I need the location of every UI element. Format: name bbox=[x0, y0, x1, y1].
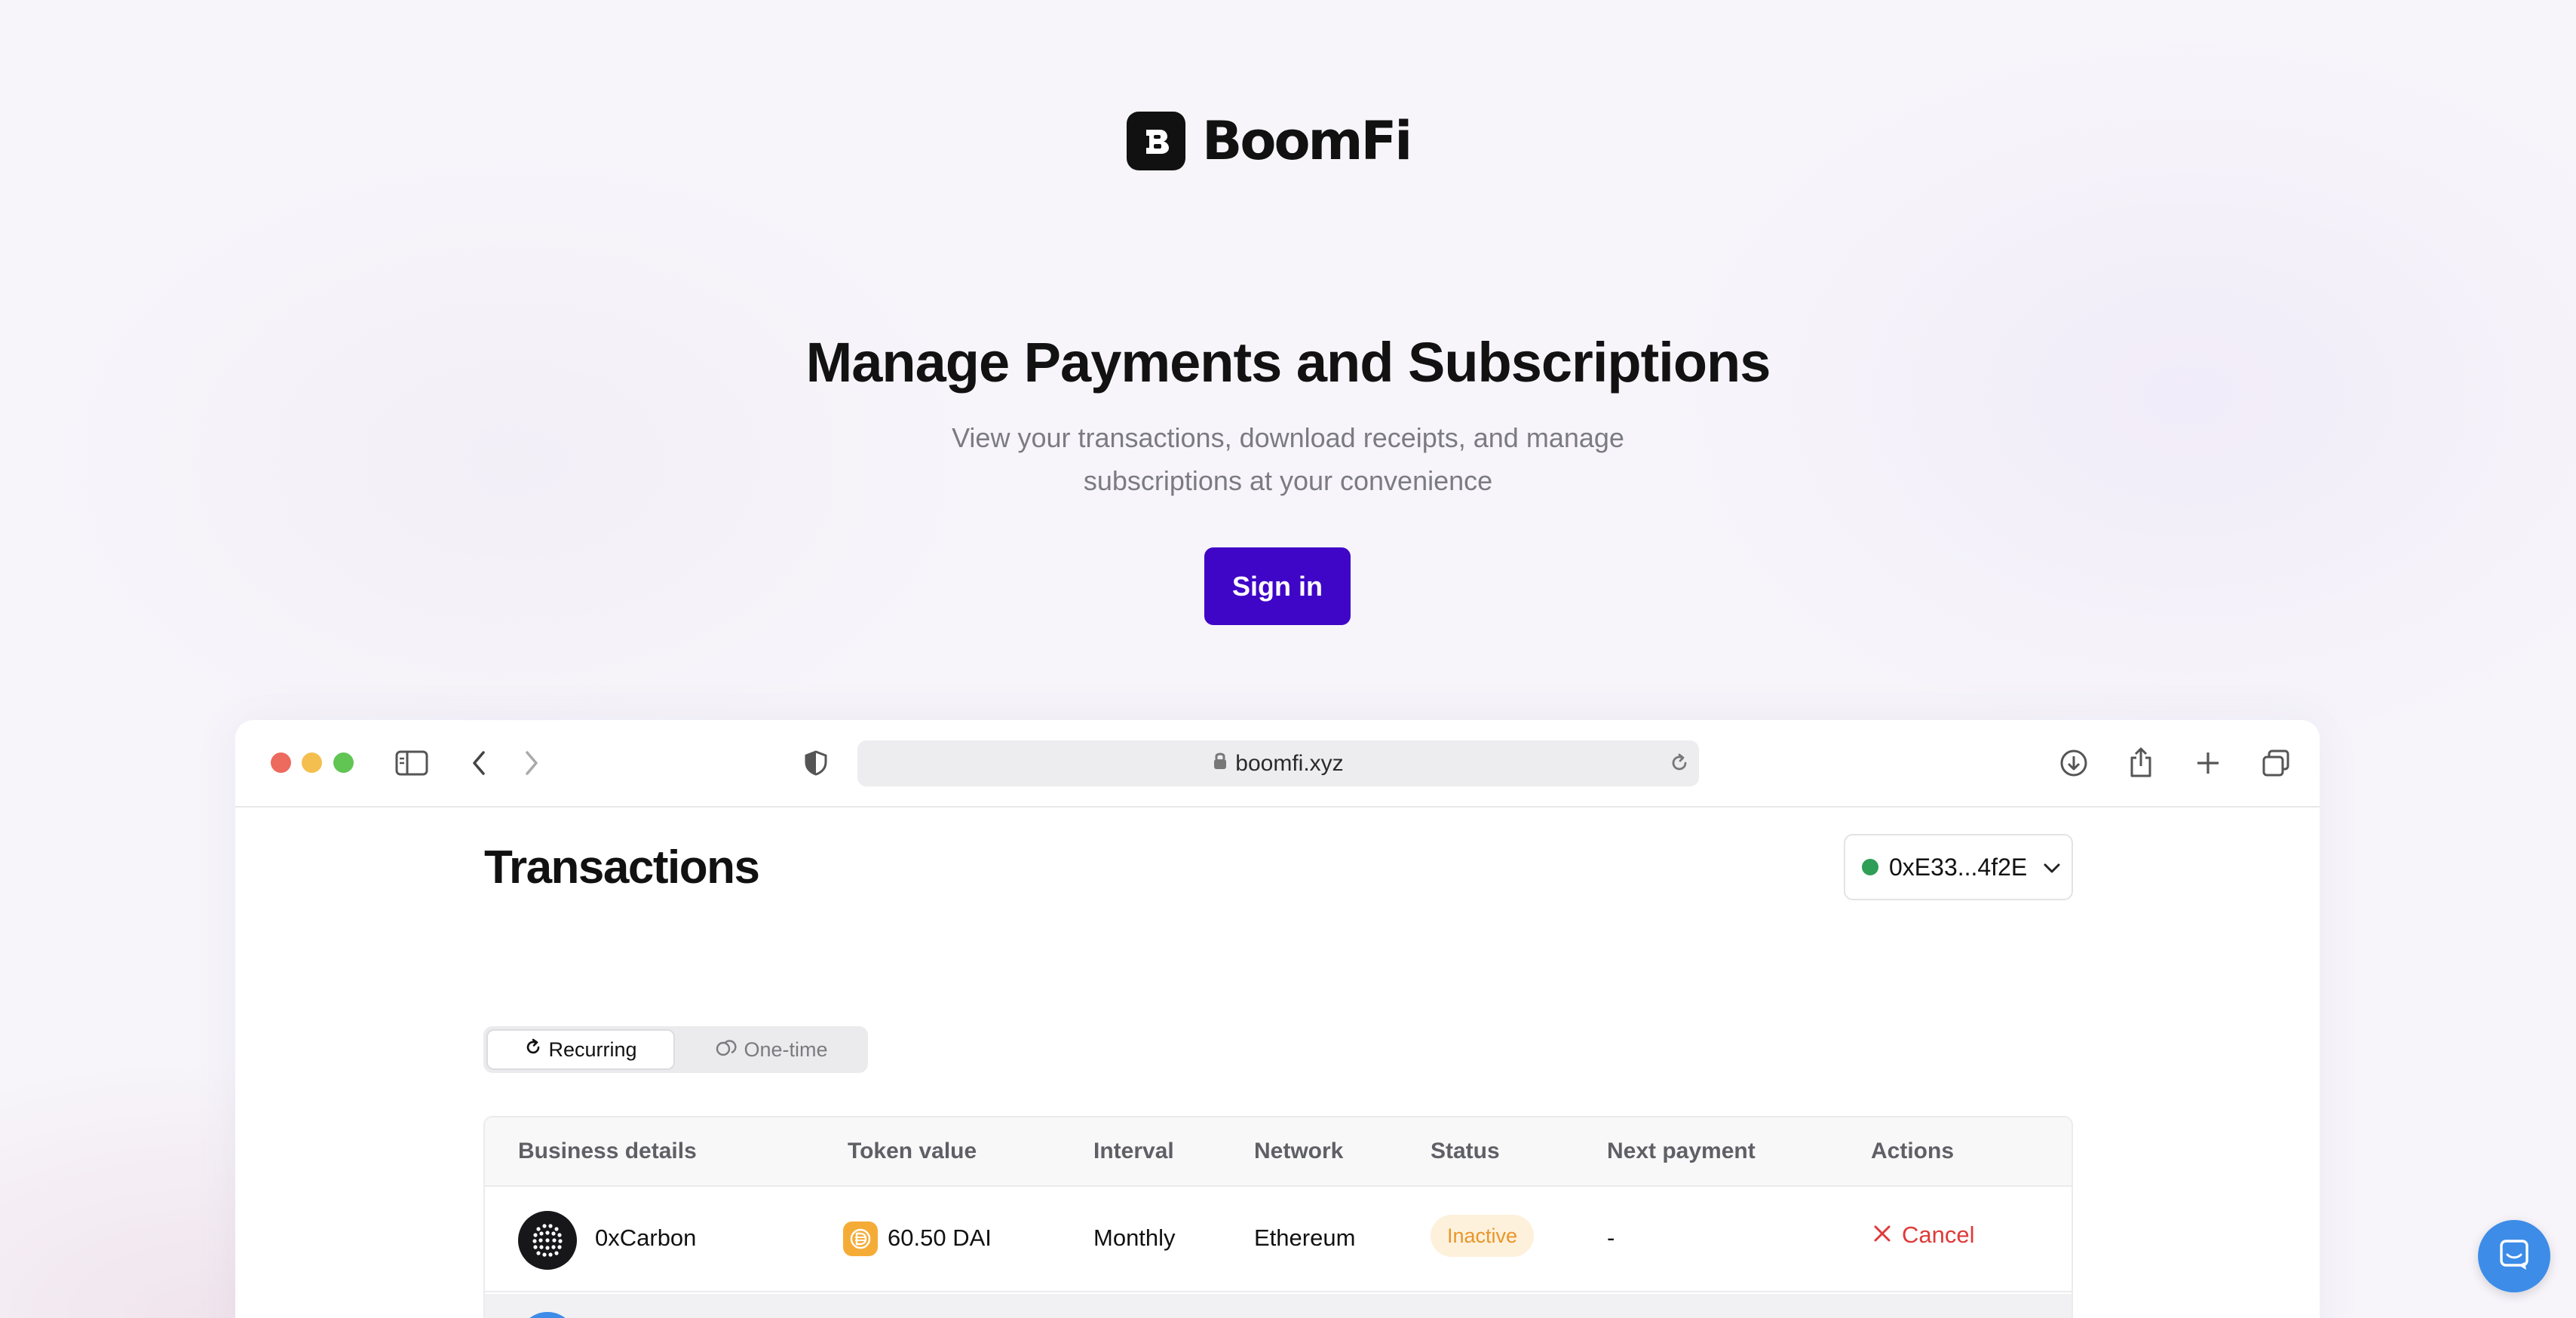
cancel-subscription-button[interactable]: Cancel bbox=[1873, 1221, 1975, 1249]
shield-icon[interactable] bbox=[802, 749, 830, 777]
header-status: Status bbox=[1431, 1139, 1500, 1163]
chat-icon bbox=[2496, 1237, 2532, 1277]
app-content: Transactions 0xE33...4f2E Recurring One-… bbox=[235, 808, 2320, 1318]
minimize-window-dot[interactable] bbox=[302, 752, 322, 773]
tab-one-time[interactable]: One-time bbox=[678, 1029, 865, 1070]
brand-logo[interactable]: BoomFi bbox=[1127, 110, 1412, 172]
token-value: 60.50 DAI bbox=[888, 1225, 992, 1251]
refresh-icon bbox=[524, 1038, 542, 1062]
sidebar-icon[interactable] bbox=[395, 749, 428, 777]
browser-preview: boomfi.xyz Transactions 0xE33...4f2E Rec… bbox=[235, 720, 2320, 1318]
new-tab-icon[interactable] bbox=[2194, 749, 2222, 777]
wallet-selector[interactable]: 0xE33...4f2E bbox=[1844, 834, 2073, 900]
tabs-overview-icon[interactable] bbox=[2260, 747, 2292, 779]
hero-subtitle: View your transactions, download receipt… bbox=[911, 416, 1665, 502]
table-row[interactable]: 0xCarbon 60.50 DAI Monthly Ethereum Inac… bbox=[485, 1187, 2072, 1292]
page-title: Transactions bbox=[484, 841, 760, 893]
lock-icon bbox=[1213, 751, 1228, 777]
url-text: boomfi.xyz bbox=[1235, 750, 1344, 776]
forward-icon[interactable] bbox=[520, 749, 543, 777]
tab-recurring-label: Recurring bbox=[548, 1038, 637, 1061]
tab-one-time-label: One-time bbox=[744, 1038, 828, 1061]
table-row[interactable] bbox=[485, 1294, 2072, 1318]
tab-recurring[interactable]: Recurring bbox=[486, 1029, 675, 1070]
chevron-down-icon bbox=[2042, 854, 2062, 881]
business-name: 0xCarbon bbox=[595, 1225, 697, 1251]
maximize-window-dot[interactable] bbox=[333, 752, 354, 773]
browser-toolbar: boomfi.xyz bbox=[235, 720, 2320, 808]
hero-title: Manage Payments and Subscriptions bbox=[805, 331, 1771, 394]
header-actions: Actions bbox=[1871, 1139, 1955, 1163]
logo-wordmark: BoomFi bbox=[1202, 110, 1412, 172]
back-icon[interactable] bbox=[468, 749, 490, 777]
share-icon[interactable] bbox=[2126, 746, 2156, 779]
reload-icon[interactable] bbox=[1669, 752, 1690, 780]
header-business-details: Business details bbox=[518, 1139, 697, 1163]
close-icon bbox=[1873, 1221, 1891, 1249]
dai-token-icon bbox=[843, 1221, 878, 1256]
chat-launcher-button[interactable] bbox=[2478, 1220, 2550, 1292]
business-avatar bbox=[518, 1312, 577, 1318]
hero-subtitle-line-2: subscriptions at your convenience bbox=[1083, 465, 1493, 496]
wallet-address: 0xE33...4f2E bbox=[1889, 853, 2028, 881]
header-next-payment: Next payment bbox=[1607, 1139, 1756, 1163]
network: Ethereum bbox=[1254, 1225, 1356, 1251]
interval: Monthly bbox=[1093, 1225, 1176, 1251]
header-token-value: Token value bbox=[848, 1139, 977, 1163]
download-icon[interactable] bbox=[2058, 747, 2090, 779]
sign-in-button[interactable]: Sign in bbox=[1204, 547, 1351, 625]
cancel-label: Cancel bbox=[1902, 1221, 1975, 1248]
header-network: Network bbox=[1254, 1139, 1344, 1163]
wallet-status-dot bbox=[1862, 859, 1878, 875]
hero-subtitle-line-1: View your transactions, download receipt… bbox=[952, 422, 1624, 453]
next-payment: - bbox=[1607, 1225, 1615, 1251]
table-header: Business details Token value Interval Ne… bbox=[485, 1117, 2072, 1187]
address-bar[interactable]: boomfi.xyz bbox=[857, 740, 1699, 786]
close-window-dot[interactable] bbox=[271, 752, 291, 773]
header-interval: Interval bbox=[1093, 1139, 1174, 1163]
coins-icon bbox=[715, 1038, 738, 1062]
status-badge: Inactive bbox=[1431, 1215, 1535, 1257]
transaction-type-tabs: Recurring One-time bbox=[483, 1026, 868, 1073]
business-avatar bbox=[518, 1211, 577, 1270]
logo-mark-icon bbox=[1127, 112, 1185, 170]
transactions-table: Business details Token value Interval Ne… bbox=[483, 1116, 2073, 1318]
